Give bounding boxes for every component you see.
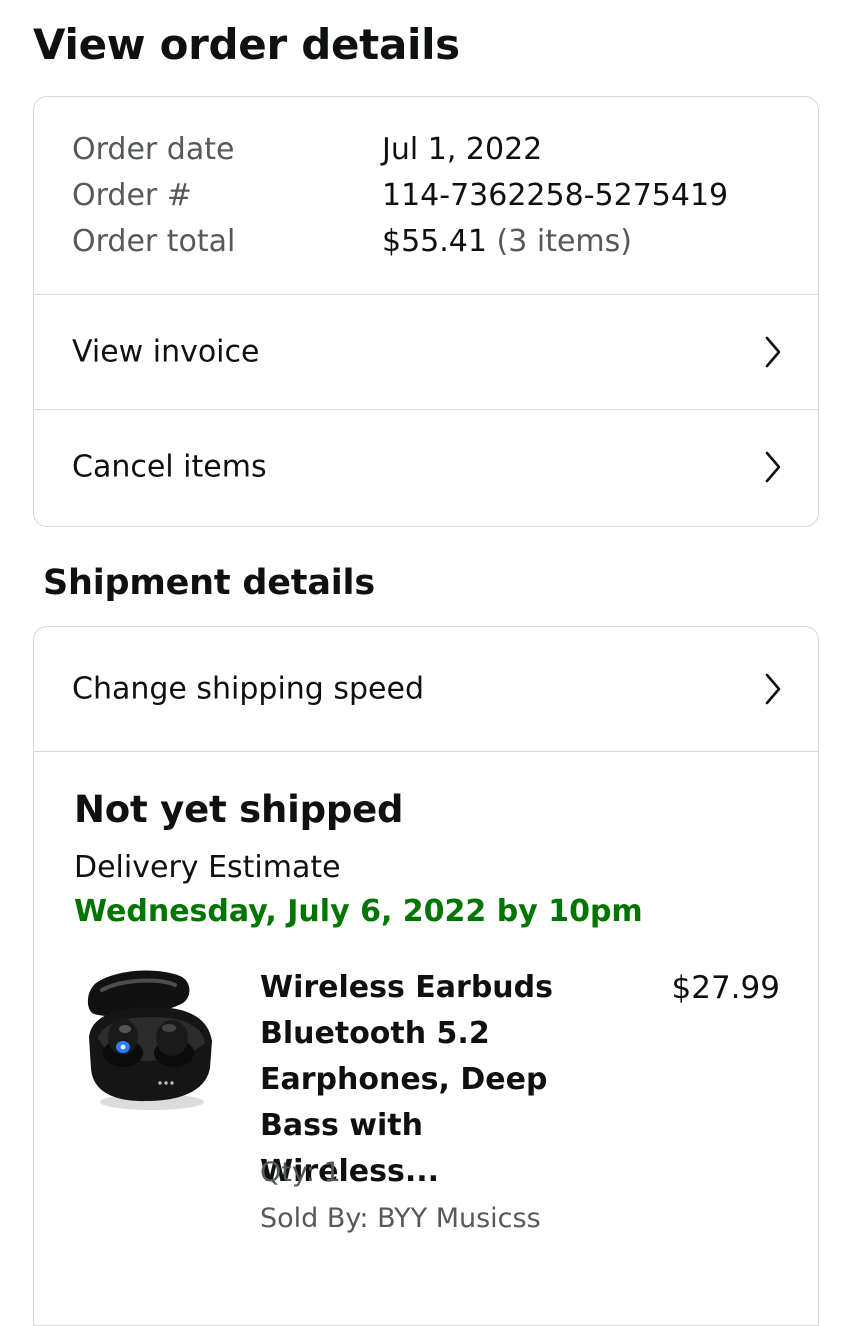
- view-invoice-label: View invoice: [72, 334, 260, 370]
- order-date-label: Order date: [72, 132, 235, 167]
- chevron-right-icon: [765, 673, 781, 705]
- delivery-estimate-label: Delivery Estimate: [74, 850, 341, 885]
- product-seller: Sold By: BYY Musicss: [260, 1203, 541, 1234]
- change-shipping-speed-link[interactable]: Change shipping speed: [34, 627, 818, 752]
- cancel-items-link[interactable]: Cancel items: [34, 409, 818, 524]
- cancel-items-label: Cancel items: [72, 449, 267, 485]
- order-item-count: (3 items): [496, 224, 632, 259]
- page-title: View order details: [33, 20, 460, 69]
- order-number-label: Order #: [72, 178, 192, 213]
- order-total-amount: $55.41: [382, 224, 487, 259]
- order-total-label: Order total: [72, 224, 236, 259]
- order-number-value: 114-7362258-5275419: [382, 178, 729, 213]
- order-total-value: $55.41 (3 items): [382, 219, 632, 265]
- order-date-value: Jul 1, 2022: [382, 132, 543, 167]
- order-summary-card: Order date Jul 1, 2022 Order # 114-73622…: [33, 96, 819, 527]
- delivery-estimate-date: Wednesday, July 6, 2022 by 10pm: [74, 894, 643, 929]
- chevron-right-icon: [765, 336, 781, 368]
- earbuds-product-image[interactable]: [78, 965, 218, 1115]
- shipment-card: Change shipping speed Not yet shipped De…: [33, 626, 819, 1326]
- product-price: $27.99: [671, 970, 780, 1006]
- shipment-status: Not yet shipped: [74, 788, 404, 831]
- view-invoice-link[interactable]: View invoice: [34, 294, 818, 409]
- change-shipping-speed-label: Change shipping speed: [72, 671, 425, 707]
- shipment-section-title: Shipment details: [43, 563, 375, 603]
- product-quantity: Qty: 1: [260, 1157, 341, 1188]
- chevron-right-icon: [765, 451, 781, 483]
